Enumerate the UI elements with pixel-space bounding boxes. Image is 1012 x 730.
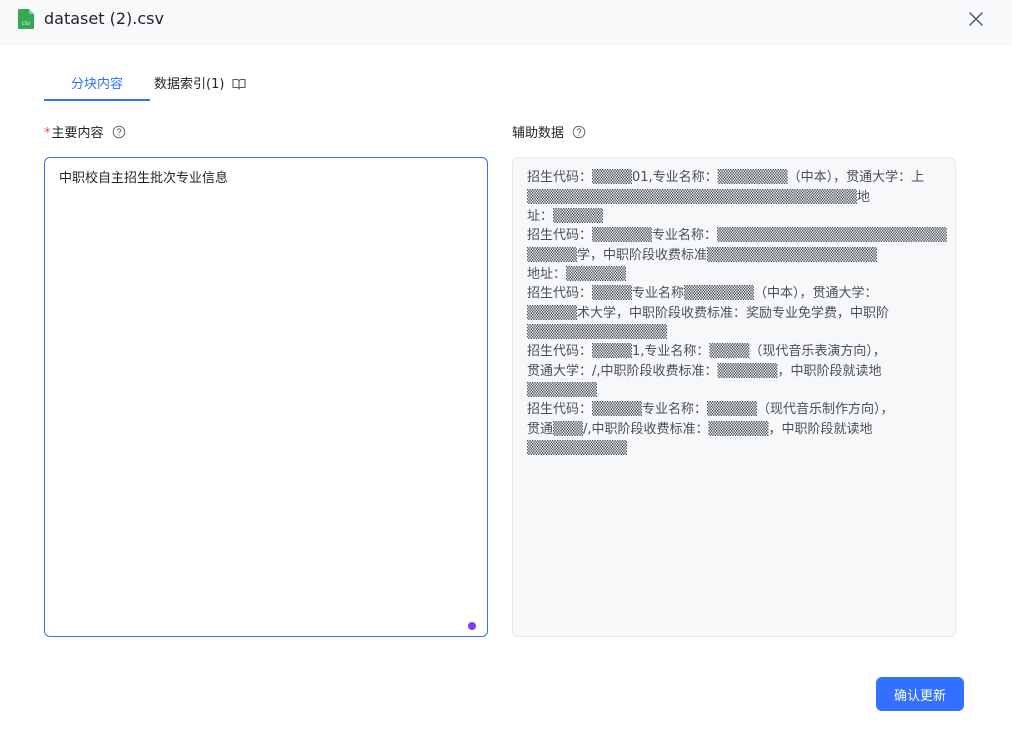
- aux-data-line: ▒▒▒▒▒▒▒▒▒▒: [527, 441, 627, 456]
- dialog-titlebar: CSV dataset (2).csv: [0, 0, 1012, 46]
- aux-data-line: 招生代码：▒▒▒▒▒▒专业名称：▒▒▒▒▒▒▒▒▒▒▒▒▒▒▒▒▒▒▒▒▒▒▒: [527, 228, 947, 243]
- aux-data-record: 招生代码：▒▒▒▒▒专业名称：▒▒▒▒▒（现代音乐制作方向）， 贯通▒▒▒/,中…: [527, 400, 947, 459]
- aux-data-label: 辅助数据: [512, 125, 586, 143]
- tab-data-index-label: 数据索引(1): [154, 77, 225, 92]
- aux-data-line: ▒▒▒▒▒▒▒▒▒▒▒▒▒▒: [527, 325, 667, 340]
- aux-data-line: ▒▒▒▒▒▒▒▒▒▒▒▒▒▒▒▒▒▒▒▒▒▒▒▒▒▒▒▒▒▒▒▒▒地: [527, 189, 870, 205]
- aux-data-line: 招生代码：▒▒▒▒01,专业名称：▒▒▒▒▒▒▒（中本），贯通大学：上: [527, 170, 925, 185]
- book-icon: [232, 78, 246, 90]
- aux-data-record: 招生代码：▒▒▒▒专业名称▒▒▒▒▒▒▒（中本），贯通大学： ▒▒▒▒▒术大学，…: [527, 284, 947, 343]
- tab-data-index[interactable]: 数据索引(1): [154, 72, 246, 100]
- help-icon[interactable]: [572, 125, 586, 139]
- help-icon[interactable]: [112, 125, 126, 139]
- aux-data-line: 招生代码：▒▒▒▒专业名称▒▒▒▒▒▒▒（中本），贯通大学：: [527, 286, 878, 301]
- tab-chunk-content-label: 分块内容: [70, 77, 123, 92]
- aux-data-line: ▒▒▒▒▒▒▒: [527, 383, 597, 398]
- main-content-textarea[interactable]: 中职校自主招生批次专业信息: [44, 157, 488, 637]
- resize-handle-icon[interactable]: [468, 622, 476, 630]
- aux-data-line: ▒▒▒▒▒学，中职阶段收费标准▒▒▒▒▒▒▒▒▒▒▒▒▒▒▒▒▒: [527, 247, 877, 263]
- csv-file-icon-text: CSV: [22, 21, 31, 26]
- aux-data-record: 招生代码：▒▒▒▒1,专业名称：▒▒▒▒（现代音乐表演方向）， 贯通大学：/,中…: [527, 342, 947, 401]
- aux-data-label-text: 辅助数据: [512, 126, 565, 141]
- main-content-value[interactable]: 中职校自主招生批次专业信息: [59, 170, 228, 188]
- aux-data-line: 址：▒▒▒▒▒: [527, 209, 603, 224]
- aux-data-record: 招生代码：▒▒▒▒01,专业名称：▒▒▒▒▒▒▒（中本），贯通大学：上 ▒▒▒▒…: [527, 168, 947, 227]
- aux-data-line: 招生代码：▒▒▒▒1,专业名称：▒▒▒▒（现代音乐表演方向），: [527, 344, 886, 359]
- aux-data-line: 招生代码：▒▒▒▒▒专业名称：▒▒▒▒▒（现代音乐制作方向），: [527, 402, 894, 417]
- confirm-update-button[interactable]: 确认更新: [876, 677, 964, 711]
- close-icon[interactable]: [966, 9, 986, 29]
- aux-data-line: ▒▒▒▒▒术大学，中职阶段收费标准：奖励专业免学费，中职阶: [527, 305, 889, 321]
- aux-data-line: 地址：▒▒▒▒▒▒: [527, 267, 626, 282]
- aux-data-line: 贯通▒▒▒/,中职阶段收费标准：▒▒▒▒▒▒，中职阶段就读地: [527, 421, 873, 437]
- aux-data-record: 招生代码：▒▒▒▒▒▒专业名称：▒▒▒▒▒▒▒▒▒▒▒▒▒▒▒▒▒▒▒▒▒▒▒ …: [527, 226, 947, 285]
- aux-data-line: 贯通大学：/,中职阶段收费标准：▒▒▒▒▒▒，中职阶段就读地: [527, 363, 882, 379]
- aux-data-panel: 招生代码：▒▒▒▒01,专业名称：▒▒▒▒▒▒▒（中本），贯通大学：上 ▒▒▒▒…: [512, 157, 956, 637]
- required-mark: *: [44, 126, 51, 141]
- csv-file-icon: CSV: [18, 9, 34, 29]
- file-title: dataset (2).csv: [44, 9, 164, 28]
- tab-chunk-content[interactable]: 分块内容: [44, 72, 150, 101]
- main-content-label: *主要内容: [44, 125, 126, 143]
- main-content-label-text: 主要内容: [51, 126, 104, 141]
